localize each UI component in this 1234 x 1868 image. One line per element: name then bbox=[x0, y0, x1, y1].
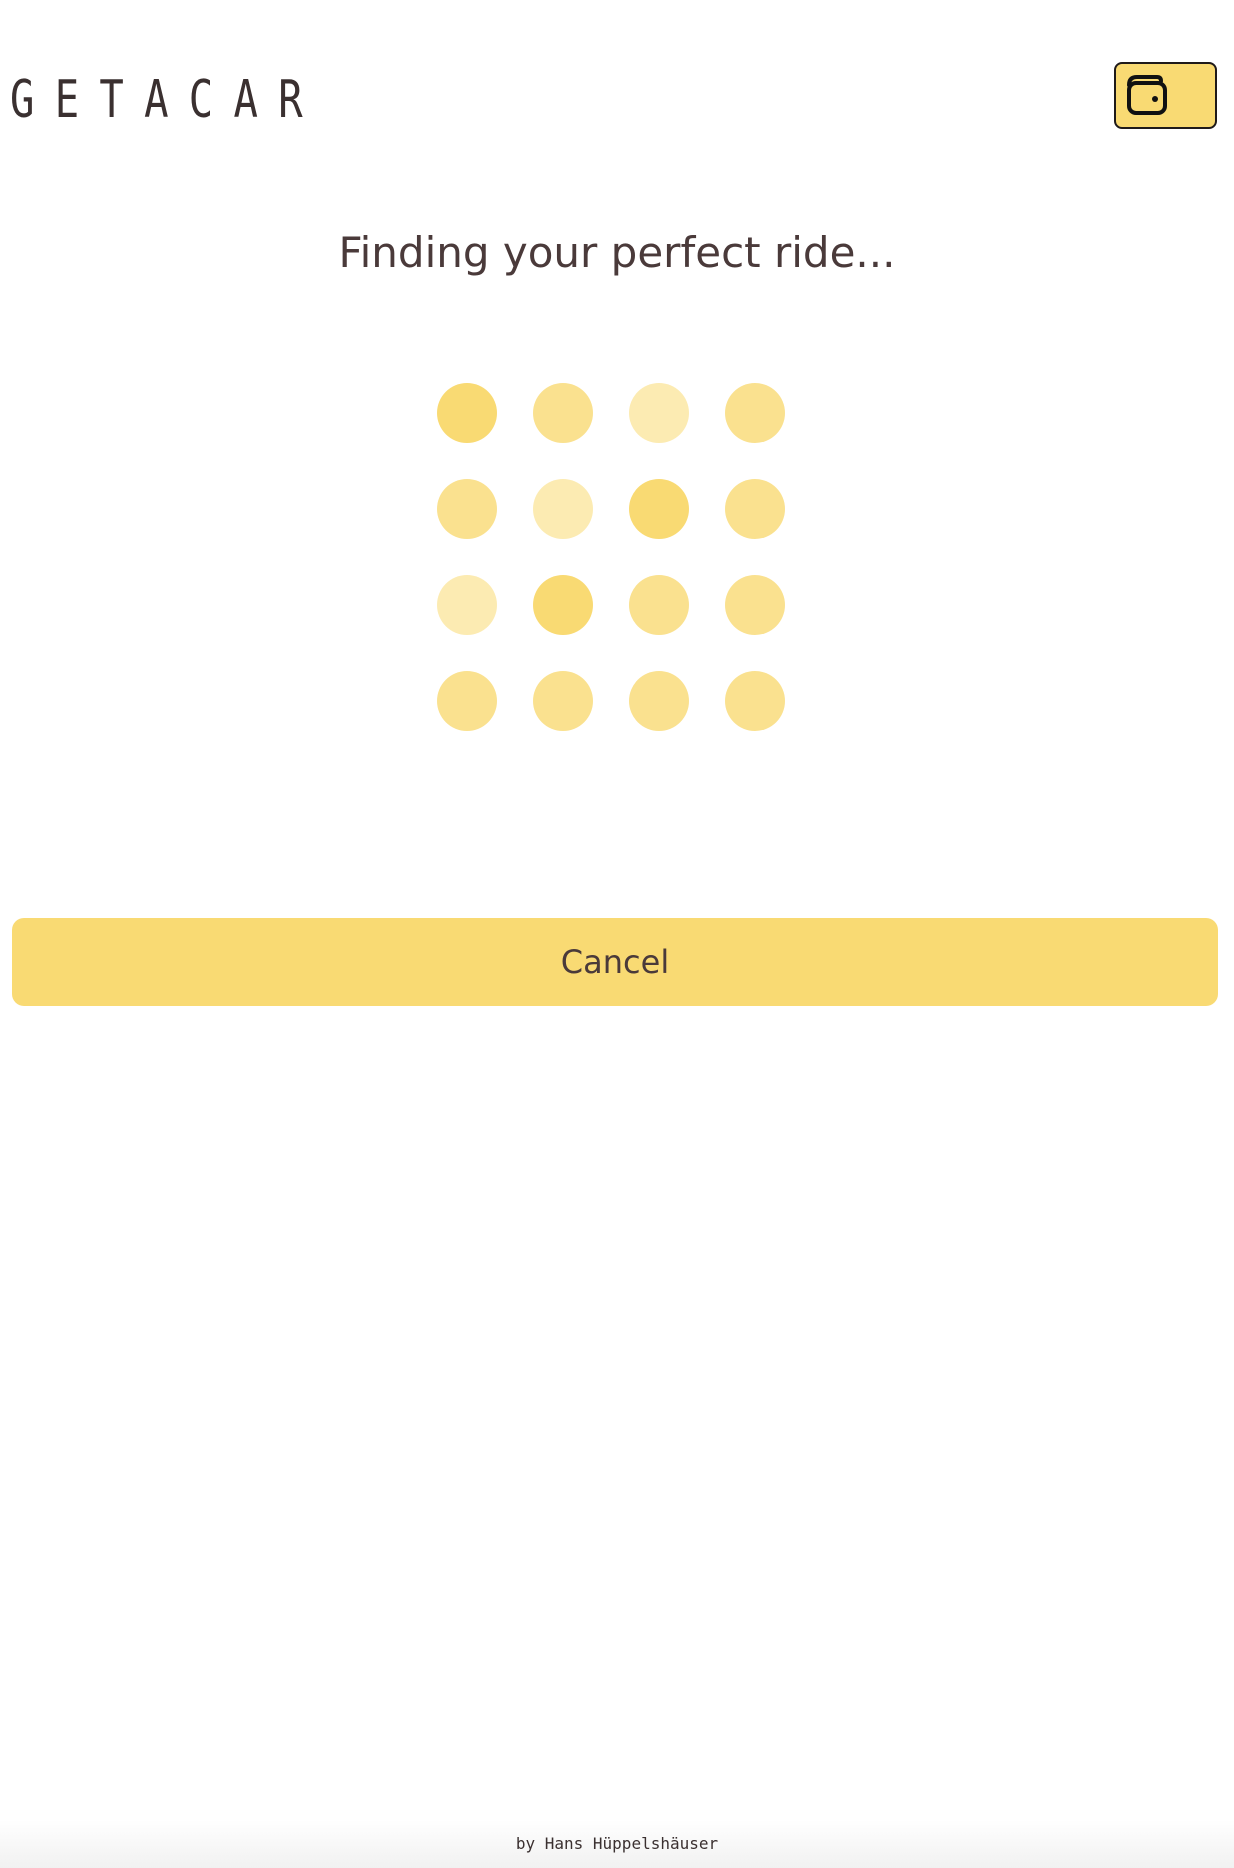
cancel-button[interactable]: Cancel bbox=[12, 918, 1218, 1006]
loader-dot bbox=[533, 383, 593, 443]
loading-indicator bbox=[437, 383, 785, 731]
app-header: GETACAR bbox=[0, 0, 1234, 200]
app-logo[interactable]: GETACAR bbox=[10, 70, 323, 130]
loader-dot bbox=[629, 671, 689, 731]
loader-dot bbox=[533, 479, 593, 539]
loader-dot bbox=[725, 575, 785, 635]
page-title: Finding your perfect ride... bbox=[338, 228, 896, 277]
loader-dot bbox=[629, 479, 689, 539]
wallet-icon bbox=[1127, 75, 1167, 115]
loader-dot bbox=[725, 383, 785, 443]
loader-dot bbox=[629, 383, 689, 443]
loader-dot bbox=[437, 671, 497, 731]
loader-dot bbox=[725, 479, 785, 539]
loader-dot bbox=[437, 479, 497, 539]
loader-dot bbox=[725, 671, 785, 731]
wallet-button[interactable] bbox=[1114, 62, 1217, 129]
loader-dot bbox=[437, 575, 497, 635]
footer-credit: by Hans Hüppelshäuser bbox=[515, 1834, 719, 1853]
footer: by Hans Hüppelshäuser bbox=[0, 1820, 1234, 1868]
loader-dot bbox=[437, 383, 497, 443]
loader-dot bbox=[629, 575, 689, 635]
loader-dot bbox=[533, 671, 593, 731]
loader-dot bbox=[533, 575, 593, 635]
